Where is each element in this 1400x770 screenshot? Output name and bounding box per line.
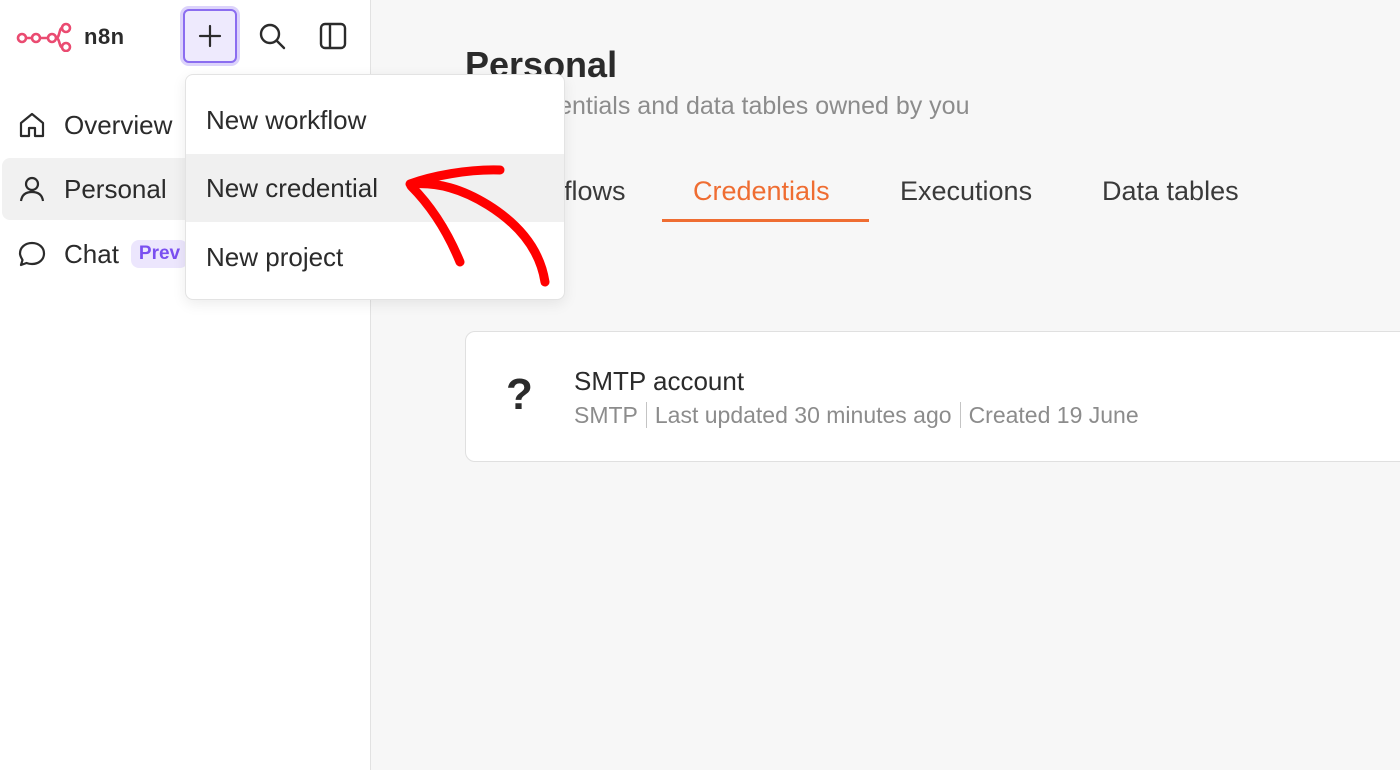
preview-badge: Prev	[130, 240, 189, 268]
search-button[interactable]	[245, 9, 299, 63]
brand-name: n8n	[84, 24, 125, 49]
tab-credentials[interactable]: Credentials	[693, 176, 830, 207]
sidebar-item-label: Personal	[64, 173, 167, 204]
menu-item-new-credential[interactable]: New credential	[186, 154, 564, 222]
tab-data-tables[interactable]: Data tables	[1102, 176, 1239, 207]
active-tab-underline	[662, 219, 869, 222]
tab-workflows[interactable]: flows	[564, 176, 626, 207]
credential-updated: Last updated 30 minutes ago	[654, 402, 952, 428]
n8n-logo-icon	[16, 22, 72, 52]
credential-type: SMTP	[574, 402, 638, 428]
search-icon	[259, 23, 286, 50]
user-icon	[18, 174, 48, 204]
plus-icon	[198, 24, 222, 48]
toggle-sidebar-button[interactable]	[306, 9, 360, 63]
sidebar-toggle-icon	[319, 22, 347, 50]
tab-executions[interactable]: Executions	[900, 176, 1032, 207]
menu-item-new-workflow[interactable]: New workflow	[186, 86, 564, 154]
credential-created: Created 19 June	[968, 402, 1139, 428]
divider	[645, 402, 647, 428]
credential-card[interactable]: ? SMTP account SMTP Last updated 30 minut…	[465, 331, 1400, 462]
divider	[959, 402, 961, 428]
sidebar-item-label: Chat	[64, 238, 119, 269]
credential-name: SMTP account	[574, 366, 745, 396]
credential-meta: SMTP Last updated 30 minutes ago Created 1…	[574, 402, 1139, 429]
sidebar-item-label: Overview	[64, 109, 173, 140]
menu-item-new-project[interactable]: New project	[186, 223, 564, 291]
add-button[interactable]	[183, 9, 237, 63]
home-icon	[18, 110, 48, 140]
unknown-credential-icon: ?	[506, 370, 533, 419]
chat-icon	[18, 239, 48, 269]
create-dropdown-menu: New workflow New credential New project	[185, 74, 565, 300]
